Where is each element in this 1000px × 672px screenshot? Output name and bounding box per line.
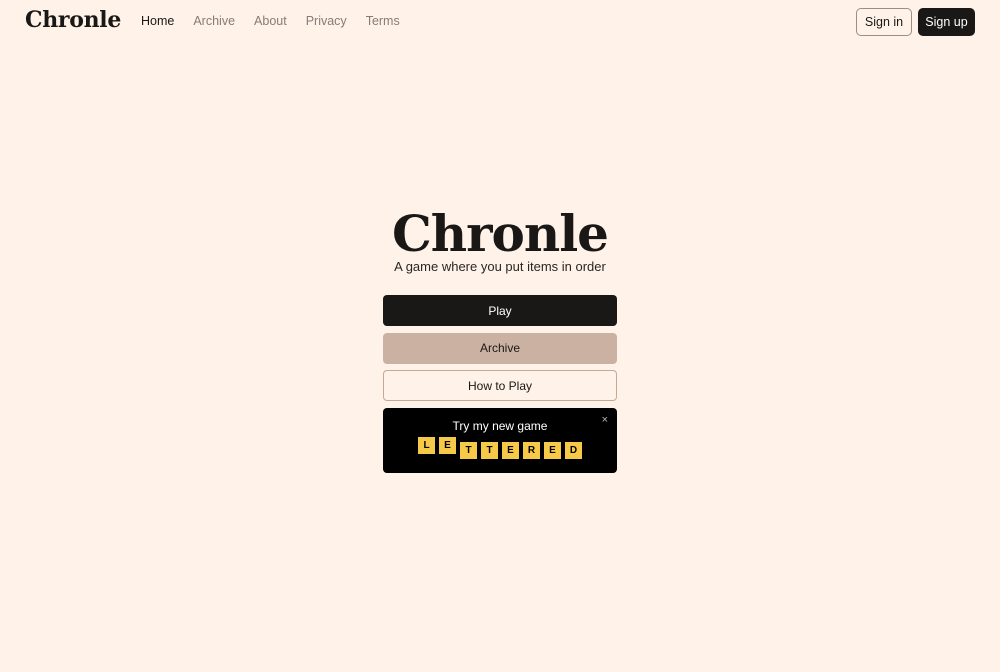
letter-tile: T: [480, 440, 499, 460]
archive-button[interactable]: Archive: [383, 332, 617, 364]
site-header: Chronle Home Archive About Privacy Terms…: [0, 0, 1000, 44]
main-menu: Play Archive How to Play Try my new game…: [383, 295, 617, 473]
play-button[interactable]: Play: [383, 295, 617, 326]
letter-tile: E: [543, 440, 562, 460]
letter-tile: E: [501, 440, 520, 460]
sign-up-button[interactable]: Sign up: [918, 8, 975, 36]
hero-title: Chronle: [392, 204, 609, 263]
site-logo[interactable]: Chronle: [25, 7, 121, 33]
how-to-play-button[interactable]: How to Play: [383, 370, 617, 401]
letter-tile: L: [417, 435, 436, 455]
nav-archive[interactable]: Archive: [193, 14, 235, 28]
nav-privacy[interactable]: Privacy: [306, 14, 347, 28]
sign-in-button[interactable]: Sign in: [856, 8, 912, 36]
letter-tile: D: [564, 440, 583, 460]
nav-about[interactable]: About: [254, 14, 287, 28]
letter-tile: T: [459, 440, 478, 460]
promo-banner[interactable]: Try my new game × L E T T E R E D: [383, 407, 617, 473]
promo-text: Try my new game: [452, 418, 548, 433]
nav-home[interactable]: Home: [141, 14, 174, 28]
close-icon[interactable]: ×: [602, 414, 608, 426]
hero-subtitle: A game where you put items in order: [394, 259, 606, 274]
letter-tile: R: [522, 440, 541, 460]
nav-terms[interactable]: Terms: [366, 14, 400, 28]
main-nav: Home Archive About Privacy Terms: [141, 14, 419, 28]
letter-tile: E: [438, 435, 457, 455]
